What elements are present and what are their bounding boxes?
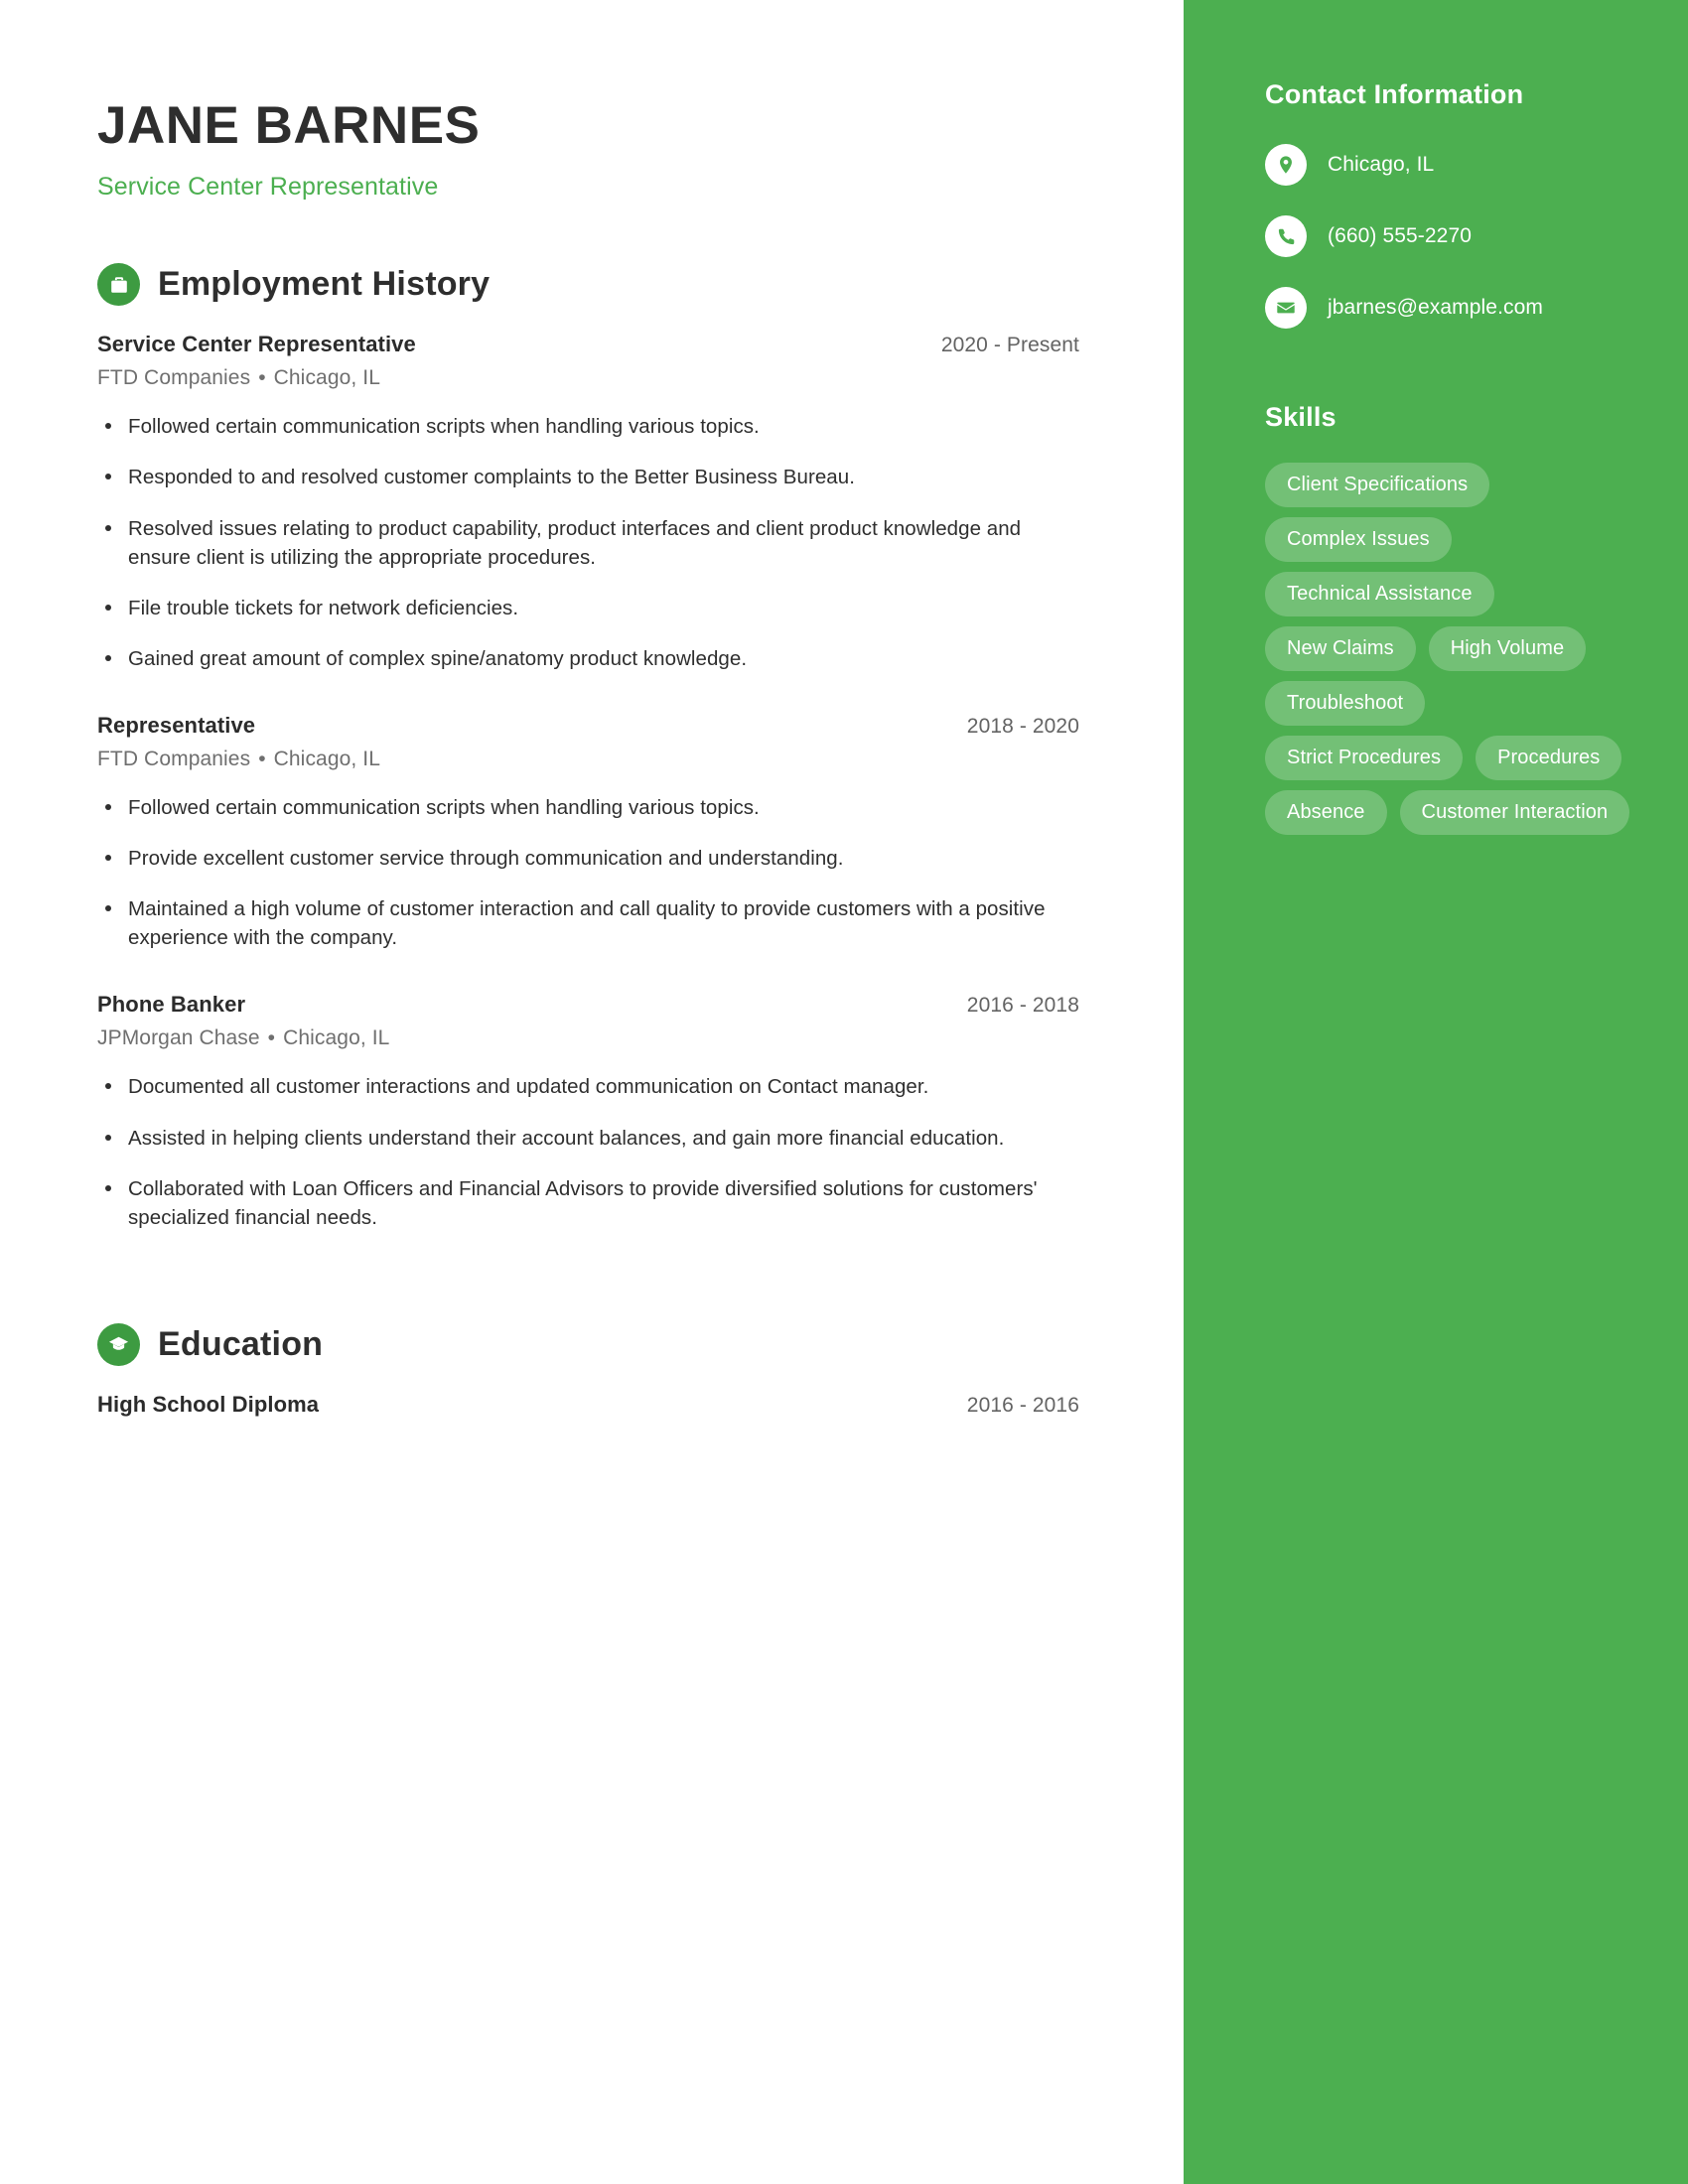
entry-company-location: JPMorgan Chase • Chicago, IL — [97, 1026, 1079, 1050]
employment-entry: Service Center Representative 2020 - Pre… — [97, 332, 1079, 673]
entry-separator: • — [258, 747, 266, 770]
entry-header-row: Representative 2018 - 2020 — [97, 713, 1079, 739]
employment-section-header: Employment History — [97, 263, 1079, 307]
skill-pill: Complex Issues — [1265, 517, 1452, 562]
entry-company: FTD Companies — [97, 747, 251, 770]
skill-pill: Strict Procedures — [1265, 736, 1464, 780]
entry-degree-title: High School Diploma — [97, 1391, 320, 1417]
entry-header-row: Phone Banker 2016 - 2018 — [97, 992, 1079, 1018]
list-item: Maintained a high volume of customer int… — [97, 894, 1079, 952]
list-item: Provide excellent customer service throu… — [97, 844, 1079, 873]
list-item: Collaborated with Loan Officers and Fina… — [97, 1174, 1079, 1232]
entry-location: Chicago, IL — [283, 1026, 390, 1050]
list-item: Responded to and resolved customer compl… — [97, 463, 1079, 491]
main-column: JANE BARNES Service Center Representativ… — [0, 0, 1184, 2184]
list-item: File trouble tickets for network deficie… — [97, 594, 1079, 622]
entry-date-range: 2018 - 2020 — [966, 714, 1079, 738]
location-pin-icon — [1265, 144, 1307, 186]
entry-job-title: Service Center Representative — [97, 332, 416, 357]
skills-section-title: Skills — [1265, 402, 1336, 432]
employment-entry: Representative 2018 - 2020 FTD Companies… — [97, 713, 1079, 952]
skill-pill: Client Specifications — [1265, 463, 1490, 507]
entry-header-row: Service Center Representative 2020 - Pre… — [97, 332, 1079, 357]
resume-page: JANE BARNES Service Center Representativ… — [0, 0, 1688, 2184]
employment-history-section: Employment History Service Center Repres… — [97, 263, 1079, 1232]
graduation-cap-icon — [97, 1322, 140, 1366]
skills-list: Client Specifications Complex Issues Tec… — [1265, 463, 1630, 835]
entry-location: Chicago, IL — [273, 747, 380, 770]
education-section-header: Education — [97, 1322, 1079, 1366]
list-item: Gained great amount of complex spine/ana… — [97, 644, 1079, 673]
list-item: Followed certain communication scripts w… — [97, 412, 1079, 441]
contact-list: Chicago, IL (660) 555-2270 jbarnes@examp… — [1265, 144, 1630, 329]
envelope-icon — [1265, 287, 1307, 329]
page-title: JANE BARNES — [97, 96, 481, 155]
contact-item-phone: (660) 555-2270 — [1265, 215, 1630, 257]
skill-pill: Absence — [1265, 790, 1387, 835]
entry-job-title: Representative — [97, 712, 256, 738]
header-subtitle: Service Center Representative — [97, 173, 439, 202]
entry-date-range: 2016 - 2016 — [966, 1393, 1079, 1417]
contact-location-value: Chicago, IL — [1328, 153, 1435, 176]
entry-job-title: Phone Banker — [97, 992, 246, 1018]
contact-email-value: jbarnes@example.com — [1328, 296, 1543, 319]
employment-entries: Service Center Representative 2020 - Pre… — [97, 332, 1079, 1232]
skill-pill: Procedures — [1476, 736, 1622, 780]
employment-entry: Phone Banker 2016 - 2018 JPMorgan Chase •… — [97, 992, 1079, 1231]
entry-separator: • — [258, 366, 266, 390]
list-item: Assisted in helping clients understand t… — [97, 1124, 1079, 1153]
contact-information-block: Contact Information Chicago, IL (660) 55… — [1265, 79, 1630, 329]
entry-date-range: 2016 - 2018 — [966, 994, 1079, 1018]
skill-pill: Troubleshoot — [1265, 681, 1426, 726]
briefcase-icon — [97, 263, 140, 307]
contact-item-location: Chicago, IL — [1265, 144, 1630, 186]
phone-icon — [1265, 215, 1307, 257]
entry-date-range: 2020 - Present — [940, 334, 1079, 357]
education-section: Education High School Diploma 2016 - 201… — [97, 1322, 1079, 1418]
sidebar: Contact Information Chicago, IL (660) 55… — [1184, 0, 1688, 2184]
list-item: Documented all customer interactions and… — [97, 1072, 1079, 1101]
contact-item-email: jbarnes@example.com — [1265, 287, 1630, 329]
entry-bullet-list: Documented all customer interactions and… — [97, 1072, 1079, 1231]
entry-company-location: FTD Companies • Chicago, IL — [97, 366, 1079, 390]
contact-phone-value: (660) 555-2270 — [1328, 224, 1473, 247]
entry-header-row: High School Diploma 2016 - 2016 — [97, 1392, 1079, 1418]
entry-location: Chicago, IL — [273, 366, 380, 390]
employment-section-title: Employment History — [158, 265, 491, 304]
contact-section-title: Contact Information — [1265, 79, 1524, 109]
skill-pill: New Claims — [1265, 626, 1416, 671]
skill-pill: Customer Interaction — [1399, 790, 1630, 835]
entry-separator: • — [267, 1026, 276, 1050]
skills-block: Skills Client Specifications Complex Iss… — [1265, 402, 1630, 835]
skill-pill: High Volume — [1428, 626, 1587, 671]
entry-bullet-list: Followed certain communication scripts w… — [97, 793, 1079, 952]
list-item: Resolved issues relating to product capa… — [97, 514, 1079, 572]
entry-company-location: FTD Companies • Chicago, IL — [97, 748, 1079, 771]
entry-company: JPMorgan Chase — [97, 1026, 260, 1050]
list-item: Followed certain communication scripts w… — [97, 793, 1079, 822]
education-entry: High School Diploma 2016 - 2016 — [97, 1392, 1079, 1418]
education-section-title: Education — [158, 1324, 324, 1363]
entry-bullet-list: Followed certain communication scripts w… — [97, 412, 1079, 673]
entry-company: FTD Companies — [97, 366, 251, 390]
skill-pill: Technical Assistance — [1265, 572, 1494, 616]
